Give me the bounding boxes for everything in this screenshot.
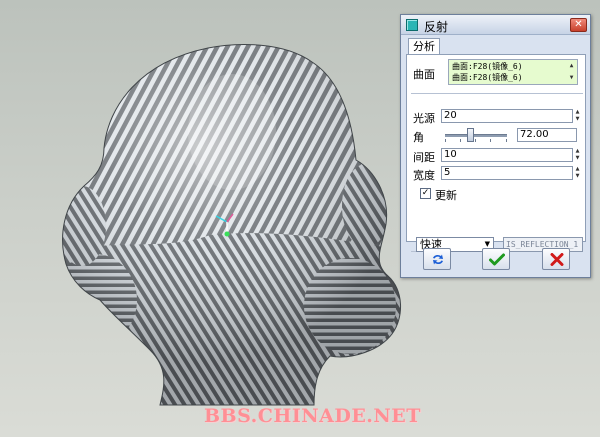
- update-checkbox[interactable]: ✓: [420, 188, 431, 199]
- stepper-up-icon[interactable]: ▲: [573, 166, 582, 173]
- ok-button[interactable]: [482, 248, 510, 270]
- slider-thumb[interactable]: [467, 128, 474, 142]
- slider-tick: [445, 139, 446, 142]
- spacing-label: 间距: [413, 151, 435, 164]
- dialog-titlebar[interactable]: 反射 ✕: [401, 15, 590, 35]
- update-label: 更新: [435, 189, 457, 202]
- spacing-stepper[interactable]: ▲ ▼: [573, 148, 582, 162]
- width-label: 宽度: [413, 169, 435, 182]
- stepper-up-icon[interactable]: ▲: [573, 148, 582, 155]
- light-source-label: 光源: [413, 112, 435, 125]
- surface-label: 曲面: [413, 68, 435, 81]
- scroll-down-icon[interactable]: ▼: [567, 72, 576, 84]
- stepper-down-icon[interactable]: ▼: [573, 155, 582, 162]
- close-icon: ✕: [574, 19, 583, 30]
- angle-label: 角: [413, 131, 424, 144]
- surface-list[interactable]: 曲面:F28(镜像_6) 曲面:F28(镜像_6) ▲ ▼: [448, 59, 578, 85]
- spacing-input[interactable]: 10: [441, 148, 573, 162]
- slider-tick: [460, 139, 461, 142]
- dialog-title: 反射: [424, 20, 449, 34]
- angle-slider[interactable]: [445, 127, 507, 143]
- width-stepper[interactable]: ▲ ▼: [573, 166, 582, 180]
- repeat-button[interactable]: [423, 248, 451, 270]
- slider-tick: [490, 139, 491, 142]
- red-x-icon: [550, 253, 564, 266]
- slider-track: [445, 134, 507, 137]
- surface-list-item[interactable]: 曲面:F28(镜像_6): [452, 61, 577, 72]
- stepper-down-icon[interactable]: ▼: [573, 173, 582, 180]
- scroll-up-icon[interactable]: ▲: [567, 60, 576, 72]
- watermark-text: BBS.CHINADE.NET: [204, 405, 421, 427]
- analysis-panel: 曲面 曲面:F28(镜像_6) 曲面:F28(镜像_6) ▲ ▼ 光源 20 ▲…: [406, 54, 586, 252]
- slider-tick: [506, 139, 507, 142]
- angle-input[interactable]: 72.00: [517, 128, 577, 142]
- close-button[interactable]: ✕: [570, 18, 587, 32]
- dialog-app-icon: [406, 19, 418, 31]
- surface-list-item[interactable]: 曲面:F28(镜像_6): [452, 72, 577, 83]
- light-source-stepper[interactable]: ▲ ▼: [573, 109, 582, 123]
- reflection-dialog: 反射 ✕ 分析 曲面 曲面:F28(镜像_6) 曲面:F28(镜像_6) ▲ ▼…: [400, 14, 591, 278]
- tab-analysis[interactable]: 分析: [408, 38, 440, 55]
- stepper-up-icon[interactable]: ▲: [573, 109, 582, 116]
- green-checkmark-icon: [489, 253, 505, 266]
- cancel-button[interactable]: [542, 248, 570, 270]
- repeat-arrows-icon: [433, 254, 443, 265]
- light-source-input[interactable]: 20: [441, 109, 573, 123]
- slider-tick: [475, 139, 476, 142]
- width-input[interactable]: 5: [441, 166, 573, 180]
- divider: [411, 93, 583, 94]
- stepper-down-icon[interactable]: ▼: [573, 116, 582, 123]
